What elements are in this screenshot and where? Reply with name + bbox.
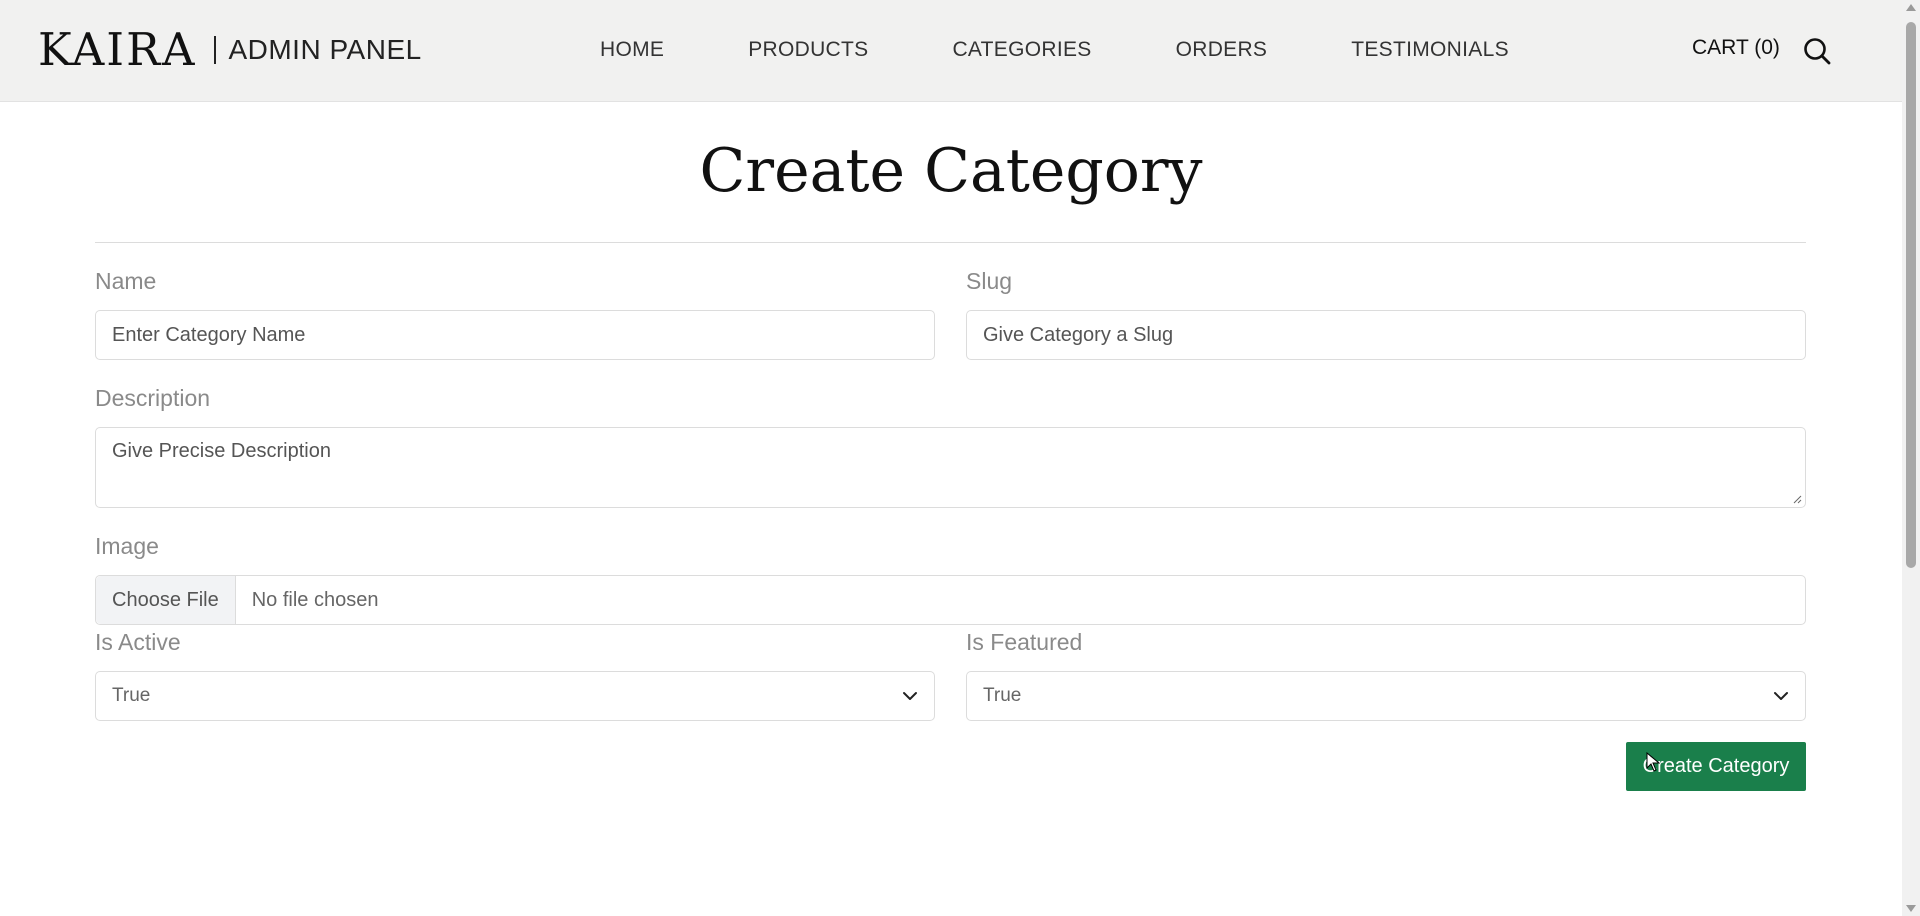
image-label: Image xyxy=(95,533,159,559)
brand-divider xyxy=(214,36,217,64)
page-title: Create Category xyxy=(699,136,1203,206)
scroll-down-arrow-icon[interactable] xyxy=(1906,905,1916,912)
is-active-value: True xyxy=(112,685,151,706)
scroll-thumb[interactable] xyxy=(1906,22,1916,568)
slug-placeholder: Give Category a Slug xyxy=(983,323,1174,346)
nav-products[interactable]: PRODUCTS xyxy=(748,38,868,62)
nav-categories[interactable]: CATEGORIES xyxy=(952,38,1091,62)
main-nav: HOME PRODUCTS CATEGORIES ORDERS TESTIMON… xyxy=(600,38,1509,62)
resize-grip-icon[interactable] xyxy=(1792,494,1802,504)
nav-home[interactable]: HOME xyxy=(600,38,664,62)
cart-link[interactable]: CART (0) xyxy=(1692,36,1780,60)
nav-orders[interactable]: ORDERS xyxy=(1176,38,1268,62)
name-input[interactable]: Enter Category Name xyxy=(95,310,935,360)
description-placeholder: Give Precise Description xyxy=(112,440,331,462)
brand-subtitle: ADMIN PANEL xyxy=(228,34,422,65)
description-textarea[interactable]: Give Precise Description xyxy=(95,427,1806,508)
image-file-input[interactable]: Choose File No file chosen xyxy=(95,575,1806,625)
chevron-down-icon xyxy=(1774,692,1788,700)
page-scrollbar[interactable] xyxy=(1902,0,1920,916)
nav-testimonials[interactable]: TESTIMONIALS xyxy=(1351,38,1509,62)
site-header: KAIRA ADMIN PANEL HOME PRODUCTS CATEGORI… xyxy=(0,0,1902,102)
is-featured-select[interactable]: True xyxy=(966,671,1806,721)
slug-label: Slug xyxy=(966,268,1013,294)
title-divider xyxy=(95,242,1806,243)
search-icon[interactable] xyxy=(1802,36,1832,66)
is-featured-label: Is Featured xyxy=(966,629,1083,655)
is-featured-value: True xyxy=(983,685,1022,706)
brand[interactable]: KAIRA ADMIN PANEL xyxy=(38,26,422,74)
slug-input[interactable]: Give Category a Slug xyxy=(966,310,1806,360)
description-label: Description xyxy=(95,385,211,411)
chevron-down-icon xyxy=(903,692,917,700)
file-status: No file chosen xyxy=(251,588,379,611)
choose-file-button[interactable]: Choose File xyxy=(96,576,236,624)
is-active-select[interactable]: True xyxy=(95,671,935,721)
create-category-button[interactable]: Create Category xyxy=(1626,742,1806,791)
name-label: Name xyxy=(95,268,157,294)
is-active-label: Is Active xyxy=(95,629,181,655)
scroll-up-arrow-icon[interactable] xyxy=(1906,4,1916,11)
logo[interactable]: KAIRA xyxy=(38,26,196,74)
name-placeholder: Enter Category Name xyxy=(112,323,306,346)
